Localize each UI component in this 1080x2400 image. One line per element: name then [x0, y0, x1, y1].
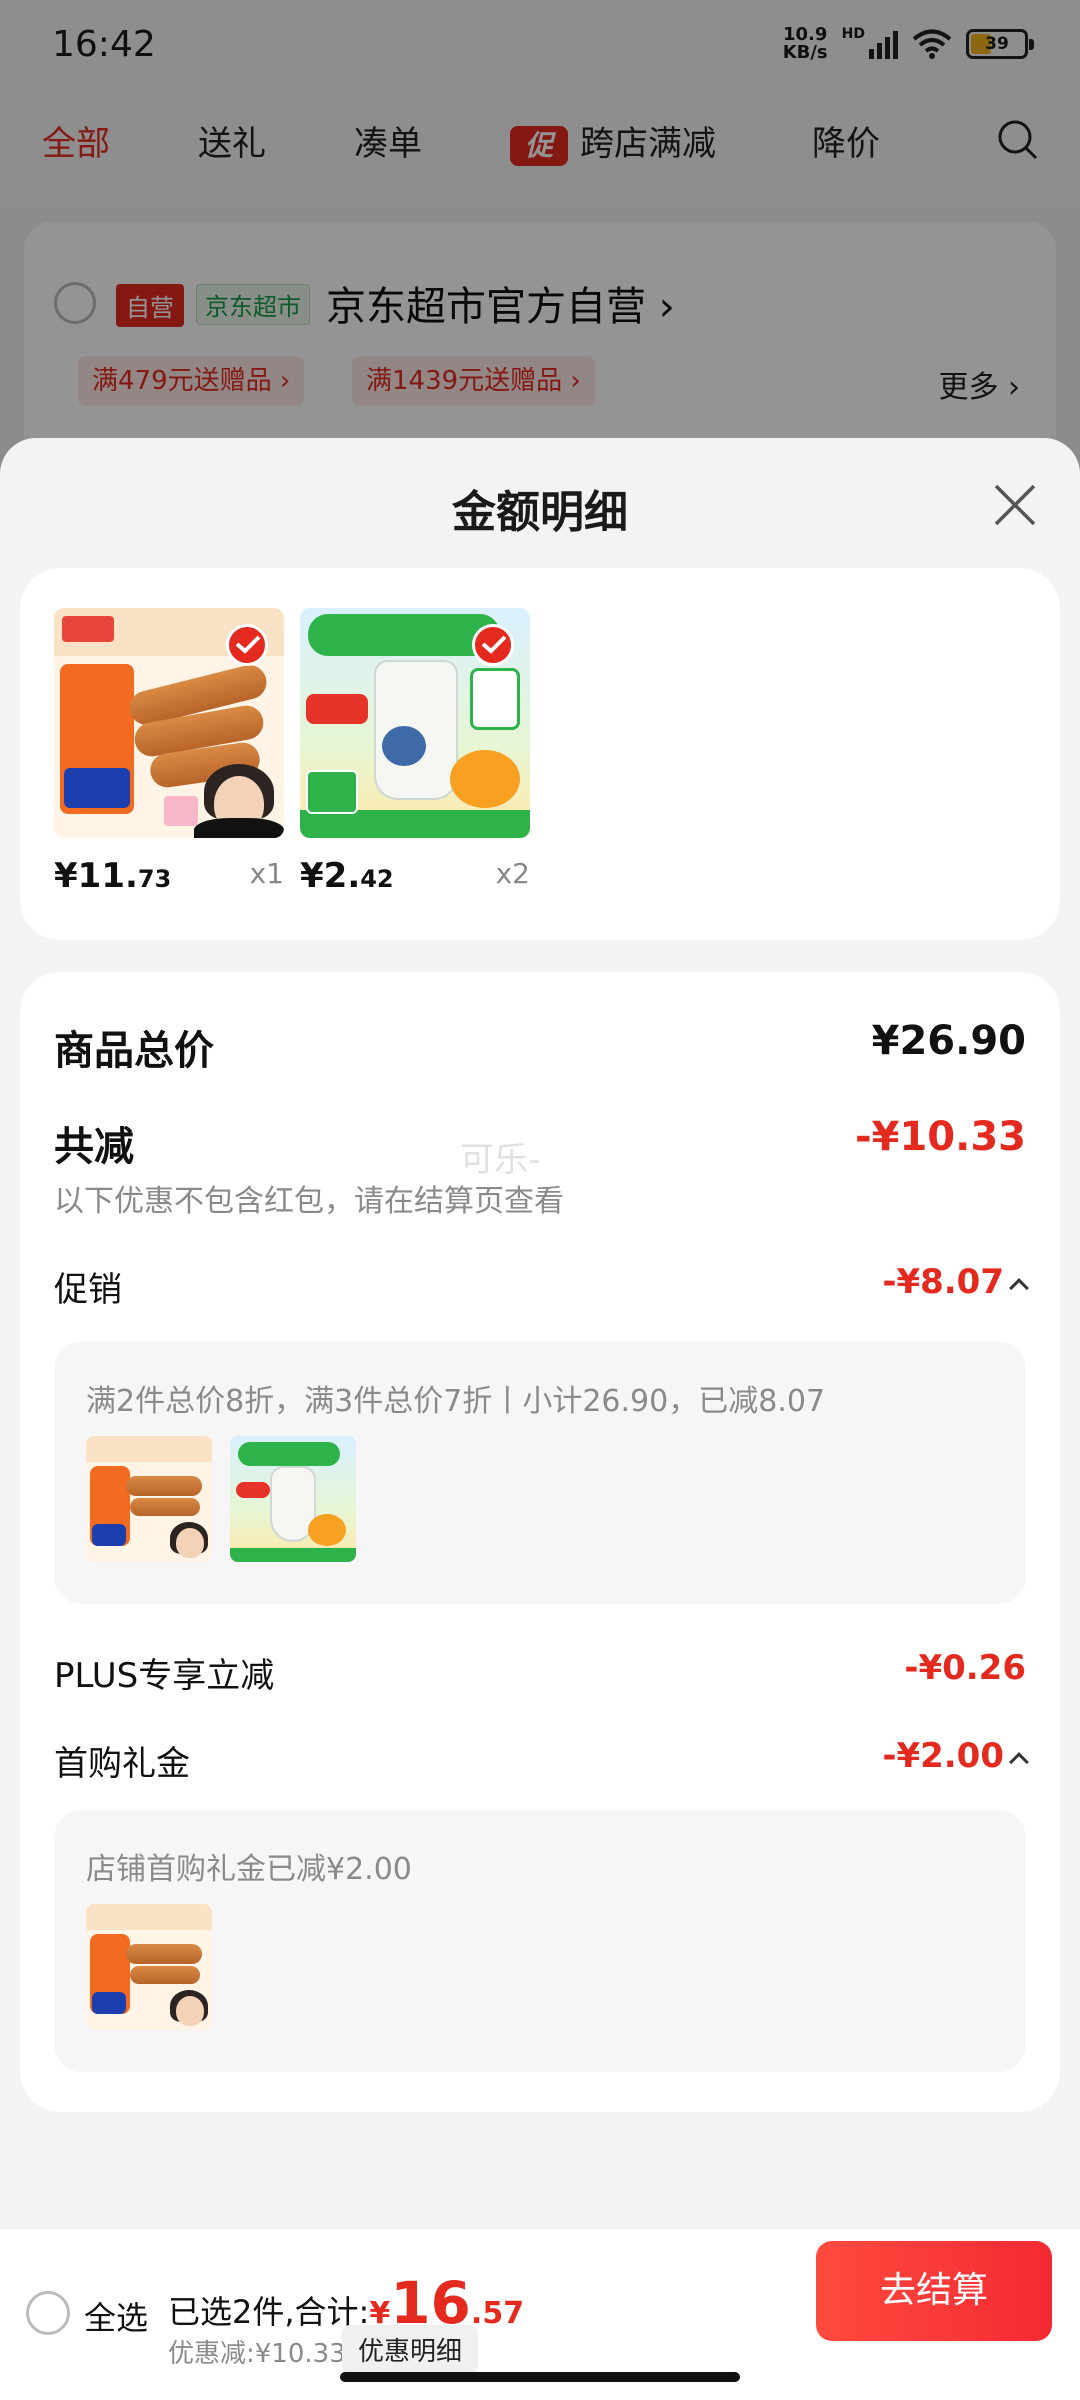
price-breakdown-card: 商品总价 ¥26.90 可乐- 共减 -¥10.33 以下优惠不包含红包，请在结… — [20, 972, 1060, 2112]
plus-discount-row: PLUS专享立减 -¥0.26 — [54, 1648, 1026, 1696]
close-icon[interactable] — [992, 482, 1038, 528]
selected-check-icon — [472, 624, 514, 666]
discount-row: 共减 -¥10.33 — [54, 1114, 1026, 1170]
first-purchase-gift-value: -¥2.00 — [882, 1736, 1029, 1776]
checkout-button[interactable]: 去结算 — [816, 2241, 1052, 2341]
gift-description: 店铺首购礼金已减¥2.00 — [86, 1852, 412, 1887]
amount-detail-sheet: 金额明细 ¥11.73 x1 ¥2.42 x2 商品总价 ¥26.90 可乐- … — [0, 438, 1080, 2400]
sausage-bread-image — [54, 608, 284, 838]
selected-check-icon — [226, 624, 268, 666]
first-purchase-gift-row[interactable]: 首购礼金 -¥2.00 — [54, 1736, 1029, 1784]
promo-value: -¥8.07 — [882, 1262, 1029, 1302]
total-price-value: ¥26.90 — [871, 1018, 1026, 1064]
total-price-row: 商品总价 ¥26.90 — [54, 1018, 1026, 1074]
promo-goods-thumb — [86, 1436, 212, 1562]
first-purchase-gift-label: 首购礼金 — [54, 1744, 190, 1784]
goods-item[interactable]: ¥11.73 x1 — [54, 608, 284, 896]
discount-note: 以下优惠不包含红包，请在结算页查看 — [54, 1184, 564, 1219]
total-price-label: 商品总价 — [54, 1028, 214, 1074]
promo-label: 促销 — [54, 1270, 122, 1310]
discount-value: -¥10.33 — [855, 1114, 1026, 1160]
select-all-checkbox[interactable] — [26, 2291, 70, 2335]
pear-juice-image — [300, 608, 530, 838]
discount-detail-button[interactable]: 优惠明细 — [342, 2325, 479, 2374]
gift-goods-thumb — [86, 1904, 212, 2030]
plus-discount-label: PLUS专享立减 — [54, 1656, 275, 1696]
chevron-up-icon — [1009, 1751, 1029, 1772]
gift-detail-box: 店铺首购礼金已减¥2.00 — [54, 1810, 1026, 2072]
chevron-up-icon — [1009, 1277, 1029, 1298]
promo-goods-thumb — [230, 1436, 356, 1562]
promo-description: 满2件总价8折，满3件总价7折丨小计26.90，已减8.07 — [86, 1384, 826, 1419]
promo-row[interactable]: 促销 -¥8.07 — [54, 1262, 1029, 1310]
promo-detail-box: 满2件总价8折，满3件总价7折丨小计26.90，已减8.07 — [54, 1342, 1026, 1604]
saved-amount: 优惠减:¥10.33 — [168, 2339, 346, 2369]
discount-label: 共减 — [54, 1124, 134, 1170]
plus-discount-value: -¥0.26 — [904, 1648, 1026, 1688]
goods-quantity: x1 — [249, 857, 284, 890]
goods-quantity: x2 — [495, 857, 530, 890]
selected-goods-card: ¥11.73 x1 ¥2.42 x2 — [20, 568, 1060, 940]
sheet-title: 金额明细 — [452, 487, 628, 538]
goods-item[interactable]: ¥2.42 x2 — [300, 608, 530, 896]
home-indicator[interactable] — [340, 2372, 740, 2382]
select-all-label[interactable]: 全选 — [84, 2293, 148, 2339]
